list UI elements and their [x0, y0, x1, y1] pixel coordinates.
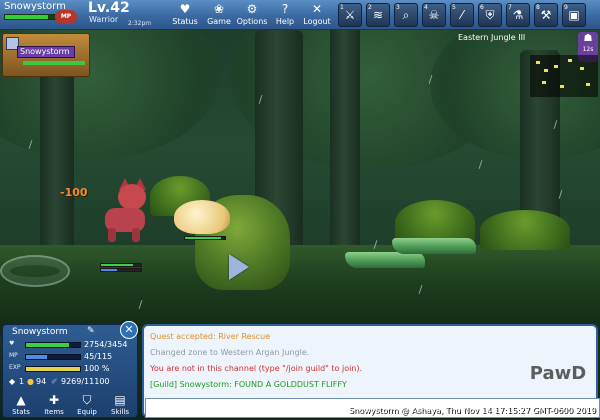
jungle-floor	[0, 245, 600, 335]
rain-drop	[478, 160, 483, 169]
hp-bar	[25, 342, 81, 348]
mp-badge: MP	[55, 10, 77, 24]
skill-slot-2[interactable]: 2 ≋	[366, 3, 390, 27]
skill-slot-6[interactable]: 6 ⛨	[478, 3, 502, 27]
hp-strip	[4, 14, 60, 20]
glory-count: 9269/11100	[61, 377, 110, 386]
shield-icon: ⛨	[485, 8, 495, 22]
heart-icon: ♥	[179, 2, 191, 16]
stats-tab[interactable]: ▲ Stats	[5, 392, 37, 416]
mp-fill	[26, 355, 48, 359]
skill-slot-8[interactable]: 8 ⚒	[534, 3, 558, 27]
skill-slot-9[interactable]: 9 ▣	[562, 3, 586, 27]
glory-icon: ✐	[51, 377, 58, 386]
search-icon: ⌕	[402, 8, 410, 22]
heart-icon: ♥	[9, 340, 15, 347]
character-status-panel: Snowystorm ✎ ✕ ♥ 2754/3454 MP 45/115 EXP…	[2, 321, 138, 418]
player-name: Snowystorm	[4, 1, 66, 12]
player-mp-bar	[100, 268, 142, 272]
party-member-name: Snowystorm	[17, 46, 75, 58]
damage-number: -100	[60, 186, 88, 199]
chat-line: [Guild] Snowystorm: FOUND A GOLDDUST FLI…	[150, 380, 347, 389]
close-icon: ✕	[311, 2, 323, 16]
mp-value: 45/115	[84, 352, 113, 361]
bush	[480, 210, 570, 250]
chest-icon: ▣	[568, 8, 580, 22]
player-character[interactable]	[100, 178, 152, 257]
crystal-icon: ◆	[9, 377, 16, 386]
mp-row: MP 45/115	[7, 352, 135, 362]
slash-icon: ⁄	[460, 8, 463, 22]
hp-fill	[26, 343, 70, 347]
player-class: Warrior	[89, 15, 119, 24]
jungle-lizard-enemy[interactable]	[392, 238, 476, 254]
paw-icon: ❀	[213, 2, 225, 16]
mouse-cursor	[229, 254, 249, 280]
minimap[interactable]	[530, 55, 598, 97]
jungle-lizard-enemy[interactable]	[345, 252, 425, 268]
axe-icon: ⚒	[540, 8, 552, 22]
exp-value: 100 %	[84, 364, 110, 373]
session-footer: Snowystorm @ Ashaya, Thu Nov 14 17:15:27…	[348, 406, 596, 415]
equip-icon: ⛉	[82, 393, 92, 407]
help-menu-button[interactable]: ? Help	[268, 2, 302, 29]
party-frame[interactable]: Snowystorm	[2, 33, 90, 77]
pet-hp-bar	[184, 236, 226, 240]
status-player-name: Snowystorm	[12, 327, 68, 337]
skill-slot-5[interactable]: 5 ⁄	[450, 3, 474, 27]
top-hud: Snowystorm MP Lv.42 Warrior 2:32pm ♥ Sta…	[0, 0, 600, 30]
exp-row: EXP 100 %	[7, 364, 135, 374]
exp-bar	[25, 366, 81, 372]
skull-icon: ☠	[428, 8, 440, 22]
skill-slot-7[interactable]: 7 ⚗	[506, 3, 530, 27]
hp-row: ♥ 2754/3454	[7, 340, 135, 350]
gold-count: 94	[36, 377, 47, 386]
status-close-button[interactable]: ✕	[120, 321, 138, 339]
game-logo: PawD	[529, 363, 587, 384]
mp-label: MP	[9, 352, 18, 359]
game-clock: 2:32pm	[128, 20, 152, 27]
skill-slot-3[interactable]: 3 ⌕	[394, 3, 418, 27]
equip-tab[interactable]: ⛉ Equip	[71, 392, 103, 416]
player-hp-bar	[100, 263, 142, 267]
fliffy-pet[interactable]	[174, 200, 230, 234]
player-level: Lv.42	[88, 0, 130, 16]
pencil-icon[interactable]: ✎	[87, 326, 95, 336]
sword-icon: ⚔	[344, 8, 356, 22]
potion-icon: ⚗	[512, 8, 524, 22]
logout-menu-button[interactable]: ✕ Logout	[300, 2, 334, 29]
monster-icon: ☗	[583, 33, 593, 44]
items-tab[interactable]: ✚ Items	[38, 392, 70, 416]
claw-icon: ≋	[372, 8, 384, 22]
items-icon: ✚	[48, 393, 60, 407]
exp-fill	[26, 367, 80, 371]
skills-icon: ▤	[114, 393, 126, 407]
skill-slot-1[interactable]: 1 ⚔	[338, 3, 362, 27]
party-hp-bar	[23, 61, 85, 65]
gear-icon: ⚙	[246, 2, 258, 16]
game-menu-button[interactable]: ❀ Game	[202, 2, 236, 29]
options-menu-button[interactable]: ⚙ Options	[235, 2, 269, 29]
skills-tab[interactable]: ▤ Skills	[104, 392, 136, 416]
skill-slot-4[interactable]: 4 ☠	[422, 3, 446, 27]
status-menu-button[interactable]: ♥ Status	[168, 2, 202, 29]
gold-coin-icon: ●	[27, 377, 34, 386]
chat-line: Changed zone to Western Argan Jungle.	[150, 348, 310, 357]
hp-value: 2754/3454	[84, 340, 128, 349]
stats-icon: ▲	[16, 393, 26, 407]
mp-bar	[25, 354, 81, 360]
water-ripple	[0, 255, 70, 287]
chat-line: Quest accepted: River Rescue	[150, 332, 271, 341]
zone-name: Eastern Jungle III	[458, 33, 526, 42]
exp-label: EXP	[9, 364, 21, 371]
help-icon: ?	[281, 2, 289, 16]
chat-line: You are not in this channel (type "/join…	[150, 364, 363, 373]
tree-trunk	[330, 20, 360, 260]
crystal-count: 1	[19, 377, 25, 386]
